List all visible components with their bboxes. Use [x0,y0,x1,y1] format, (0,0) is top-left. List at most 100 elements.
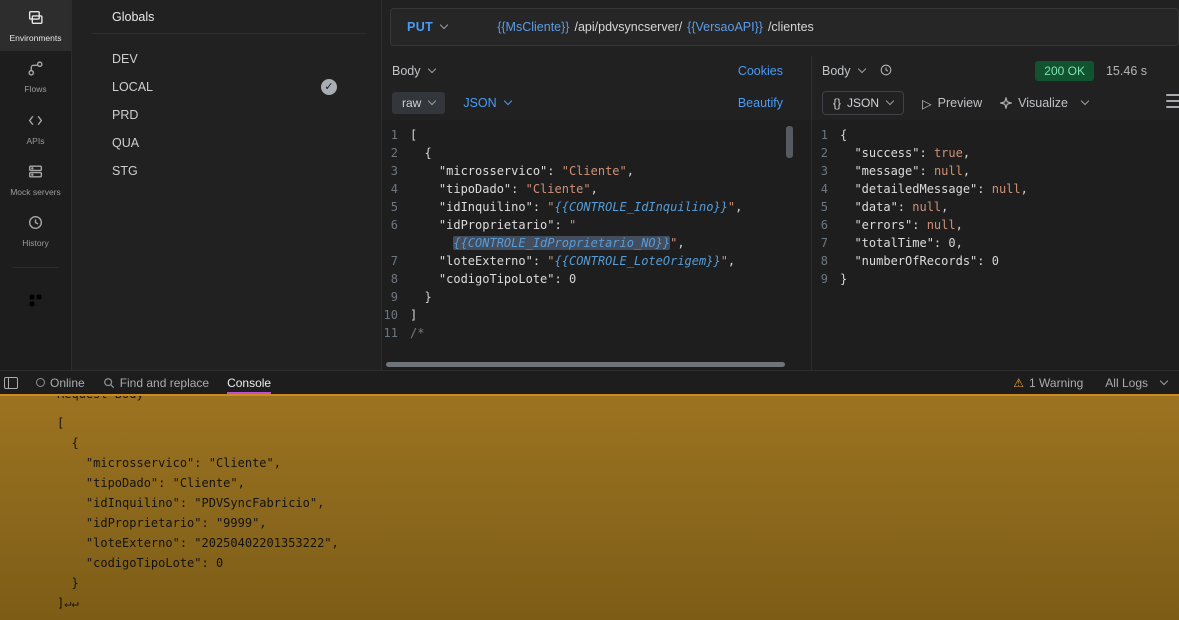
language-label: JSON [463,96,496,110]
request-body-pane: Body Cookies raw JSON [382,56,812,370]
code-line: 4 "tipoDado": "Cliente", [382,180,811,198]
sidebar-item-history[interactable]: History [0,205,71,256]
response-body-label: Body [822,64,851,78]
configure-workbench-icon[interactable] [27,292,44,312]
response-options-icon[interactable] [1166,94,1179,108]
language-dropdown[interactable]: JSON [463,96,510,110]
primary-sidebar: Environments Flows APIs Mock servers His… [0,0,72,370]
code-line: 2 "success": true, [812,144,1179,162]
sidebar-item-mock-servers[interactable]: Mock servers [0,154,71,205]
vertical-scrollbar[interactable] [786,126,793,158]
chevron-down-icon [886,97,894,105]
globals-item[interactable]: Globals [72,0,381,33]
active-environment-check-icon[interactable]: ✓ [321,79,337,95]
code-line: 4 "detailedMessage": null, [812,180,1179,198]
warning-icon: ⚠ [1013,376,1024,390]
code-line: 11/* [382,324,811,342]
chevron-down-icon [427,65,435,73]
console-label: Console [227,376,271,390]
sidebar-item-label: APIs [27,137,45,146]
response-body-viewer[interactable]: 1{2 "success": true,3 "message": null,4 … [812,120,1179,370]
find-label: Find and replace [120,376,209,390]
beautify-button[interactable]: Beautify [738,96,783,110]
raw-label: raw [402,96,421,110]
console-log-header-clipped: Request Body [57,396,1179,406]
all-logs-dropdown[interactable]: All Logs [1105,376,1167,390]
response-time: 15.46 s [1106,64,1147,78]
response-format-dropdown[interactable]: {} JSON [822,91,904,115]
env-item-qua[interactable]: QUA [72,129,381,157]
sidebar-item-apis[interactable]: APIs [0,103,71,154]
search-icon [103,377,115,389]
env-item-label: PRD [112,108,138,122]
url-input[interactable]: {{MsCliente}} /api/pdvsyncserver/ {{Vers… [497,20,814,34]
url-path: /api/pdvsyncserver/ [574,20,682,34]
env-item-prd[interactable]: PRD [72,101,381,129]
postman-app-window: Environments Flows APIs Mock servers His… [0,0,1179,620]
format-label: JSON [847,96,879,110]
warnings-filter[interactable]: ⚠ 1 Warning [1013,376,1083,390]
chevron-down-icon [857,65,865,73]
online-status[interactable]: Online [36,371,85,394]
chevron-down-icon [1160,377,1168,385]
status-badge: 200 OK [1035,61,1094,81]
environments-panel: Globals DEV LOCAL ✓ PRD QUA STG [72,0,382,370]
request-body-editor[interactable]: 1[2 {3 "microsservico": "Cliente",4 "tip… [382,120,811,370]
code-line: 10] [382,306,811,324]
code-line: 6 "idProprietario": " [382,216,811,234]
mock-servers-icon [27,163,44,183]
url-variable: {{VersaoAPI}} [687,20,763,34]
sidebar-item-label: Flows [24,85,46,94]
url-path: /clientes [768,20,814,34]
history-icon [27,214,44,234]
code-line: 7 "loteExterno": "{{CONTROLE_LoteOrigem}… [382,252,811,270]
console-log-panel[interactable]: Request Body [ { "microsservico": "Clien… [0,394,1179,620]
preview-button[interactable]: ▷ Preview [922,96,982,111]
env-item-label: QUA [112,136,139,150]
cookies-link[interactable]: Cookies [738,64,783,78]
code-line: 8 "codigoTipoLote": 0 [382,270,811,288]
sidebar-item-environments[interactable]: Environments [0,0,71,51]
find-and-replace-button[interactable]: Find and replace [103,371,209,394]
visualize-button[interactable]: Visualize [1000,96,1088,110]
sidebar-item-flows[interactable]: Flows [0,51,71,102]
code-line: 9} [812,270,1179,288]
env-item-dev[interactable]: DEV [72,45,381,73]
code-line: 6 "errors": null, [812,216,1179,234]
horizontal-scrollbar[interactable] [386,362,785,367]
sidebar-divider [12,267,59,268]
env-item-stg[interactable]: STG [72,157,381,185]
online-icon [36,378,45,387]
footer-status-bar: Online Find and replace Console ⚠ 1 Warn… [0,370,1179,394]
body-type-dropdown[interactable]: raw [392,92,445,114]
chevron-down-icon [1081,97,1089,105]
online-label: Online [50,376,85,390]
code-line: 5 "data": null, [812,198,1179,216]
code-line: {{CONTROLE_IdProprietario_NO}}", [382,234,811,252]
request-body-dropdown[interactable]: Body [392,64,435,78]
response-history-icon[interactable] [879,63,893,80]
env-item-label: DEV [112,52,138,66]
play-icon: ▷ [922,96,932,111]
sidebar-item-label: Environments [10,34,62,43]
code-line: 7 "totalTime": 0, [812,234,1179,252]
code-line: 3 "message": null, [812,162,1179,180]
sidebar-item-label: Mock servers [10,188,61,197]
code-line: 9 } [382,288,811,306]
response-body-dropdown[interactable]: Body [822,64,865,78]
chevron-down-icon [428,97,436,105]
toggle-panel-icon[interactable] [4,377,18,389]
console-log-text: [ { "microsservico": "Cliente", "tipoDad… [57,413,1179,613]
body-label: Body [392,64,421,78]
env-item-label: STG [112,164,138,178]
env-item-local[interactable]: LOCAL ✓ [72,73,381,101]
method-dropdown[interactable]: PUT [391,20,463,34]
response-pane: Body 200 OK 15.46 s {} JSON [812,56,1179,370]
chevron-down-icon [503,97,511,105]
code-line: 1[ [382,126,811,144]
code-line: 3 "microsservico": "Cliente", [382,162,811,180]
all-logs-label: All Logs [1105,376,1148,390]
globals-label: Globals [112,10,154,24]
code-line: 5 "idInquilino": "{{CONTROLE_IdInquilino… [382,198,811,216]
console-tab[interactable]: Console [227,371,271,394]
